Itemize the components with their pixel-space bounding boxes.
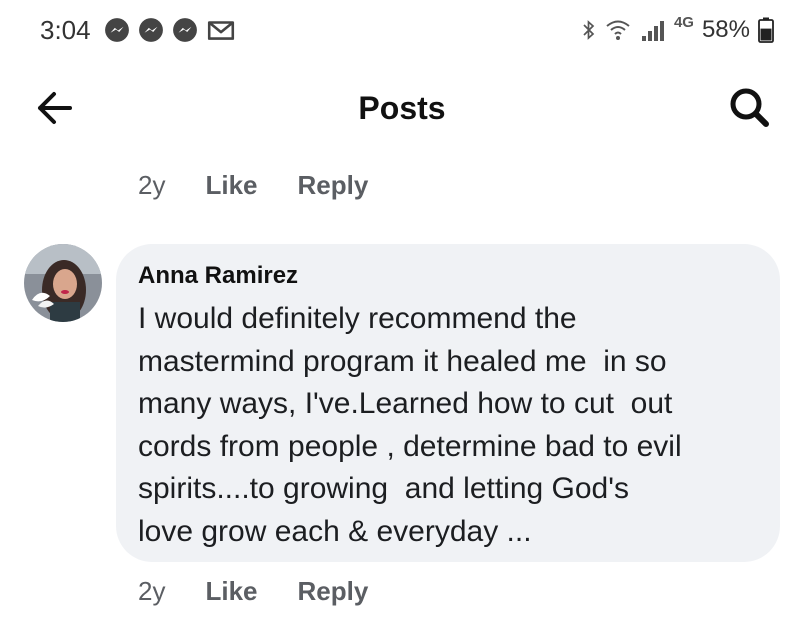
comment-age: 2y [138, 576, 166, 606]
like-button[interactable]: Like [205, 170, 257, 201]
reply-button[interactable]: Reply [298, 170, 369, 201]
reply-button[interactable]: Reply [298, 576, 369, 607]
battery-percent: 58% [701, 16, 750, 43]
avatar[interactable] [24, 244, 102, 322]
messenger-icon [105, 18, 129, 42]
comment-actions: 2y Like Reply [138, 576, 368, 607]
like-button[interactable]: Like [205, 576, 257, 607]
page-title: Posts [358, 90, 446, 126]
comment-author[interactable]: Anna Ramirez [138, 262, 298, 290]
network-type: 4G [673, 13, 694, 31]
previous-comment-actions: 2y Like Reply [138, 170, 368, 201]
wifi-icon [606, 20, 630, 40]
messenger-icon [173, 18, 197, 42]
battery-icon [758, 17, 774, 43]
search-icon [730, 88, 769, 127]
status-bar: 3:04 4G 58% [0, 0, 804, 62]
bluetooth-icon [583, 20, 595, 40]
profile-photo [24, 244, 102, 322]
status-time: 3:04 [40, 15, 91, 45]
comment-text: I would definitely recommend the masterm… [138, 302, 682, 548]
search-button[interactable] [726, 84, 774, 132]
app-header: Posts [0, 70, 804, 150]
gmail-icon [207, 21, 235, 40]
signal-icon [641, 21, 664, 41]
comment-age: 2y [138, 170, 166, 200]
messenger-icon [139, 18, 163, 42]
comment-bubble: Anna Ramirez I would definitely recommen… [116, 244, 780, 562]
status-indicators: 4G 58% [582, 12, 774, 48]
